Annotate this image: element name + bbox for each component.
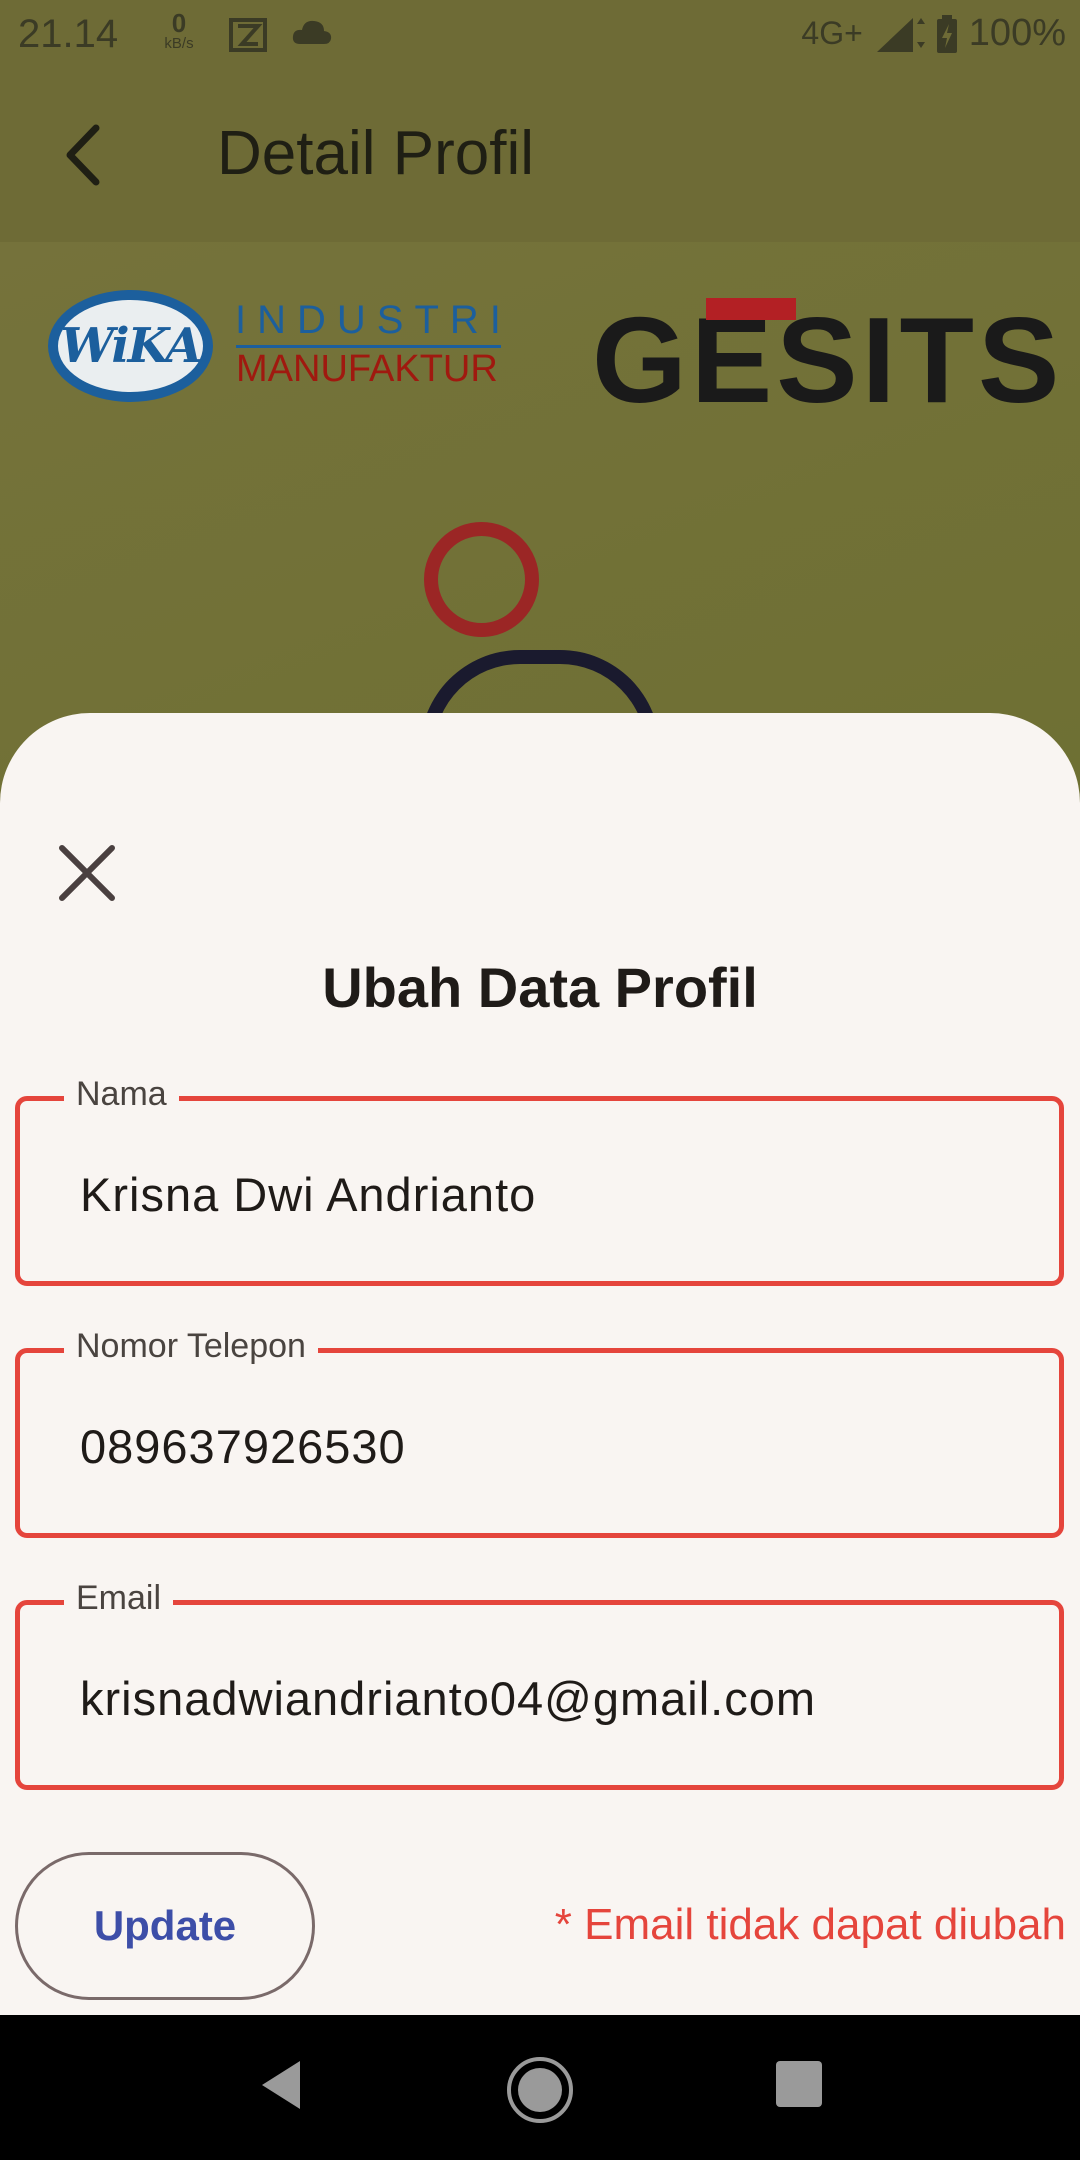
wika-industri-text: INDUSTRI — [235, 298, 512, 342]
gesits-red-accent — [706, 298, 796, 320]
nav-back-icon[interactable] — [252, 2055, 312, 2115]
name-field-value[interactable]: Krisna Dwi Andrianto — [80, 1167, 536, 1222]
back-arrow-icon[interactable] — [58, 120, 108, 190]
network-speed-value: 0 — [171, 8, 187, 38]
name-field[interactable]: Nama Krisna Dwi Andrianto — [15, 1075, 1064, 1286]
app-notification-icon — [229, 18, 267, 52]
gesits-text: GESITS — [592, 292, 1064, 428]
email-note: * Email tidak dapat diubah — [554, 1900, 1066, 1949]
phone-field-label: Nomor Telepon — [64, 1327, 318, 1366]
nav-recents-icon[interactable] — [772, 2055, 828, 2115]
email-field[interactable]: Email krisnadwiandrianto04@gmail.com — [15, 1579, 1064, 1790]
cloud-icon — [292, 20, 332, 44]
navigation-bar — [0, 2015, 1080, 2160]
status-bar: 21.14 0 kB/s 4G+ 100% — [0, 0, 1080, 72]
email-field-value[interactable]: krisnadwiandrianto04@gmail.com — [80, 1671, 816, 1726]
signal-icon — [876, 17, 925, 52]
close-icon[interactable] — [56, 842, 118, 904]
avatar-head — [424, 522, 539, 637]
phone-field[interactable]: Nomor Telepon 089637926530 — [15, 1327, 1064, 1538]
network-speed: 0 kB/s — [158, 10, 200, 51]
gesits-logo: GESITS — [592, 290, 1063, 430]
email-field-label: Email — [64, 1579, 174, 1618]
name-field-label: Nama — [64, 1075, 179, 1114]
status-time: 21.14 — [18, 12, 119, 56]
battery-level: 100% — [968, 12, 1066, 54]
wika-manufaktur-text: MANUFAKTUR — [236, 348, 498, 390]
phone-field-value[interactable]: 089637926530 — [80, 1419, 406, 1474]
network-type: 4G+ — [801, 15, 863, 51]
wika-logo: WiKA INDUSTRI MANUFAKTUR — [48, 290, 501, 405]
nav-home-icon[interactable] — [505, 2055, 575, 2125]
sheet-title: Ubah Data Profil — [322, 956, 758, 1019]
status-right: 4G+ 100% — [801, 12, 1066, 55]
battery-icon — [936, 14, 957, 53]
wika-mark: WiKA — [60, 318, 202, 374]
update-button[interactable]: Update — [15, 1852, 315, 2000]
wika-emblem: WiKA — [48, 290, 213, 402]
network-speed-unit: kB/s — [164, 35, 194, 52]
page-title: Detail Profil — [217, 119, 534, 188]
